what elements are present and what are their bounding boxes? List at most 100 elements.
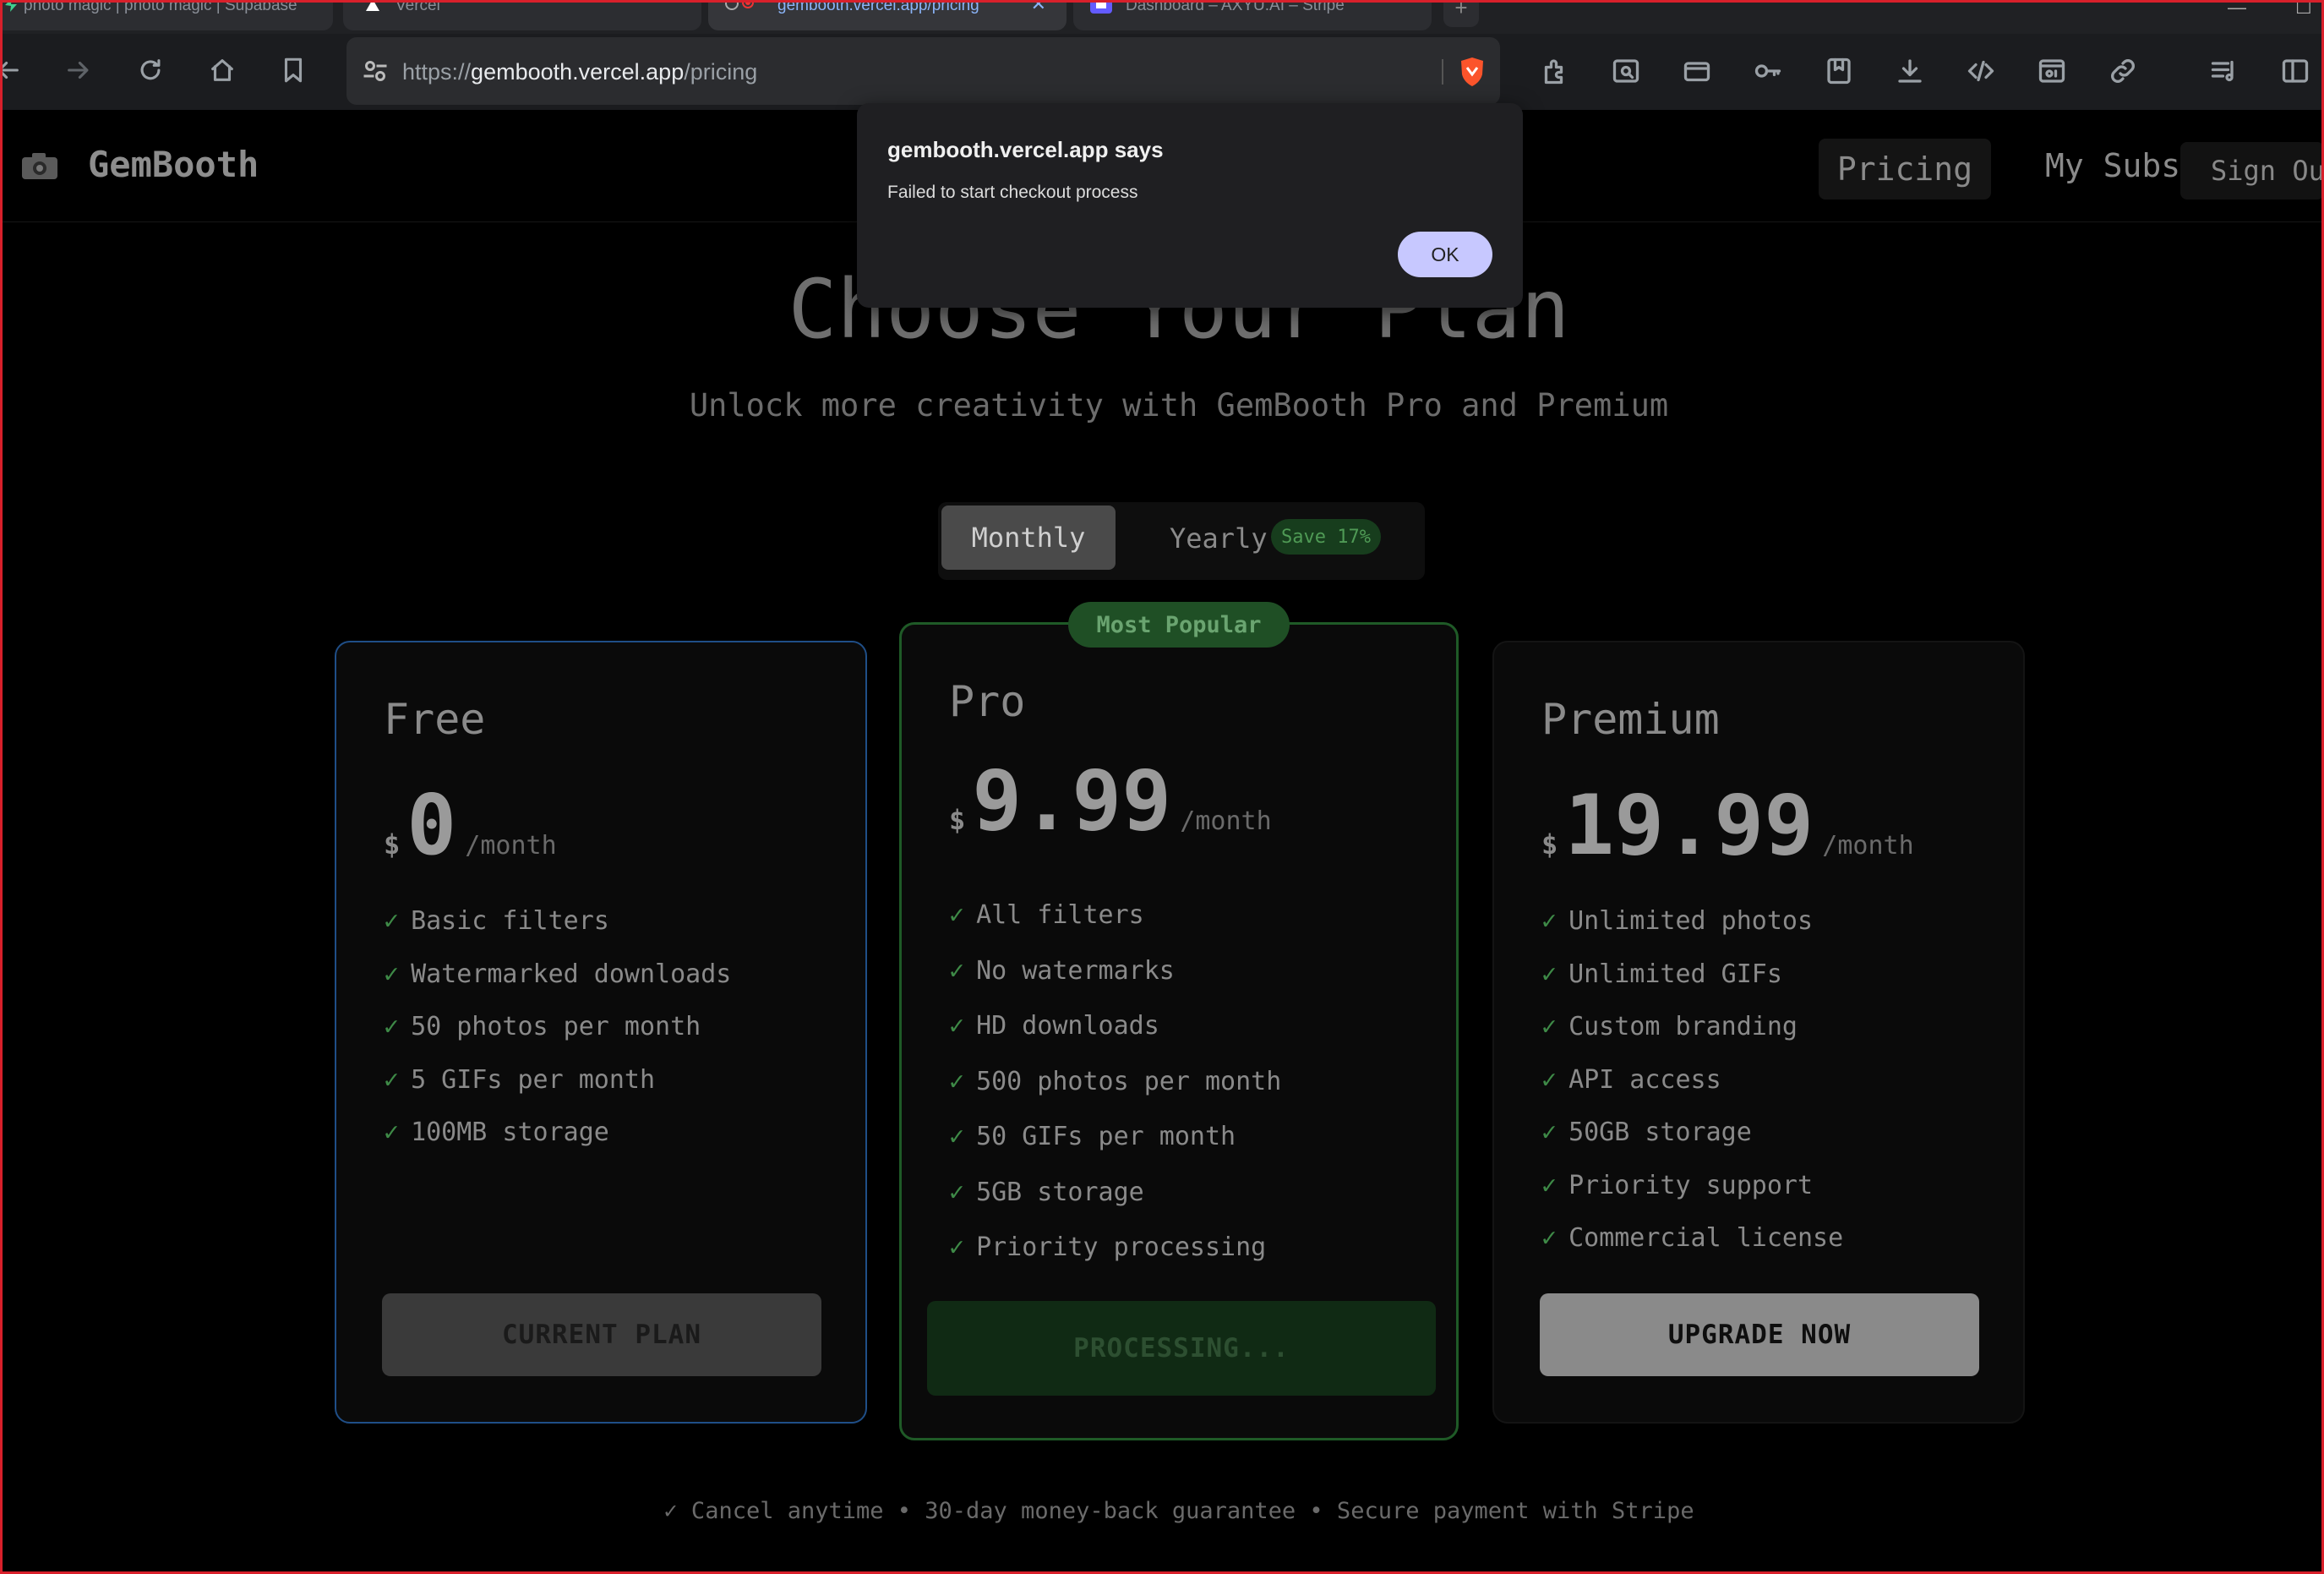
brand-name[interactable]: GemBooth <box>88 144 259 185</box>
minimize-icon[interactable]: — <box>2228 0 2246 19</box>
plan-price: $0/month <box>384 778 557 874</box>
ok-button[interactable]: OK <box>1398 232 1492 277</box>
tab-vercel[interactable]: Vercel <box>343 0 701 30</box>
nav-subscriptions-link[interactable]: My Subscriptions <box>2045 147 2180 184</box>
feature-item: ✓ Unlimited GIFs <box>1541 959 1843 1013</box>
arrow-right-icon <box>68 61 89 79</box>
dialog-message: Failed to start checkout process <box>887 183 1138 202</box>
most-popular-badge: Most Popular <box>1068 602 1290 648</box>
link-icon[interactable] <box>2104 52 2141 90</box>
price-currency: $ <box>949 804 966 836</box>
plan-card-premium: Premium $19.99/month ✓ Unlimited photos ✓… <box>1492 641 2025 1424</box>
feature-text: Unlimited photos <box>1568 906 1814 936</box>
check-icon: ✓ <box>384 906 400 936</box>
tab-supabase[interactable]: photo magic | photo magic | Supabase <box>0 0 333 30</box>
yearly-option[interactable]: Yearly <box>1170 522 1268 555</box>
reload-button[interactable] <box>131 51 170 90</box>
site-settings-icon[interactable] <box>360 56 390 86</box>
check-icon: ✓ <box>384 1012 400 1041</box>
bookmarks-panel-icon[interactable] <box>1820 52 1858 90</box>
stripe-icon <box>1090 0 1112 14</box>
sidebar-toggle-icon[interactable] <box>2277 52 2314 90</box>
playlist-icon[interactable] <box>2206 52 2243 90</box>
check-icon: ✓ <box>1541 1012 1558 1041</box>
price-period: /month <box>1822 831 1914 861</box>
billing-toggle: Monthly Yearly Save 17% <box>938 502 1425 580</box>
feature-item: ✓ Watermarked downloads <box>384 959 731 1013</box>
feature-item: ✓ Priority support <box>1541 1171 1843 1224</box>
feature-item: ✓ 5GB storage <box>949 1178 1281 1233</box>
wallet-icon[interactable] <box>1678 52 1716 90</box>
feature-item: ✓ Custom branding <box>1541 1012 1843 1065</box>
save-badge: Save 17% <box>1271 519 1381 555</box>
guarantee-footnote: ✓ Cancel anytime • 30-day money-back gua… <box>663 1498 1694 1524</box>
omnibox-divider <box>1442 59 1443 85</box>
check-icon: ✓ <box>1541 1223 1558 1253</box>
feature-item: ✓ Priority processing <box>949 1232 1281 1288</box>
nav-pricing-link[interactable]: Pricing <box>1819 139 1991 199</box>
close-tab-icon[interactable]: ✕ <box>1031 0 1046 14</box>
processing-button[interactable]: PROCESSING... <box>927 1301 1436 1396</box>
alert-dialog: gembooth.vercel.app says Failed to start… <box>857 103 1523 308</box>
sign-out-button[interactable]: Sign Out <box>2180 142 2324 199</box>
check-icon: ✓ <box>1541 1064 1558 1095</box>
check-icon: ✓ <box>1541 906 1558 936</box>
price-period: /month <box>465 831 557 861</box>
check-icon: ✓ <box>949 900 965 930</box>
feature-text: No watermarks <box>976 955 1175 986</box>
price-amount: 19.99 <box>1564 778 1814 874</box>
plan-name: Free <box>384 695 486 744</box>
reader-search-icon[interactable] <box>1607 52 1645 90</box>
check-icon: ✓ <box>384 1064 400 1095</box>
feature-item: ✓ All filters <box>949 900 1281 956</box>
maximize-icon[interactable]: ☐ <box>2295 0 2312 19</box>
monthly-option[interactable]: Monthly <box>941 506 1116 570</box>
feature-item: ✓ 100MB storage <box>384 1118 731 1171</box>
price-currency: $ <box>1541 828 1558 861</box>
download-icon[interactable] <box>1891 52 1928 90</box>
tab-strip: photo magic | photo magic | Supabase Ver… <box>0 0 2324 34</box>
forward-button[interactable] <box>59 51 98 90</box>
tab-label: photo magic | photo magic | Supabase <box>24 0 297 14</box>
price-currency: $ <box>384 828 401 861</box>
page-subtitle: Unlock more creativity with GemBooth Pro… <box>689 387 1669 424</box>
check-icon: ✓ <box>949 1232 965 1262</box>
plan-card-free: Free $0/month ✓ Basic filters ✓ Watermarke… <box>335 641 867 1424</box>
check-icon: ✓ <box>949 1177 965 1207</box>
feature-text: 5 GIFs per month <box>411 1064 656 1095</box>
supabase-icon <box>5 0 17 12</box>
feature-list: ✓ All filters ✓ No watermarks ✓ HD download… <box>949 900 1281 1288</box>
feature-text: 50 photos per month <box>411 1012 701 1041</box>
check-icon: ✓ <box>384 1118 400 1147</box>
check-icon: ✓ <box>1541 1170 1558 1200</box>
feature-item: ✓ No watermarks <box>949 956 1281 1012</box>
screenshot-icon[interactable] <box>2033 52 2070 90</box>
feature-item: ✓ 5 GIFs per month <box>384 1065 731 1118</box>
feature-text: Commercial license <box>1568 1223 1844 1253</box>
feature-item: ✓ Unlimited photos <box>1541 906 1843 959</box>
feature-text: HD downloads <box>976 1011 1159 1041</box>
url-text[interactable]: https://gembooth.vercel.app/pricing <box>402 59 757 85</box>
address-bar[interactable]: https://gembooth.vercel.app/pricing <box>346 37 1500 105</box>
feature-text: Watermarked downloads <box>411 959 732 989</box>
brave-shields-icon[interactable] <box>1457 56 1487 88</box>
plan-name: Pro <box>949 677 1026 726</box>
extensions-icon[interactable] <box>1536 52 1574 90</box>
feature-item: ✓ 500 photos per month <box>949 1067 1281 1123</box>
home-button[interactable] <box>203 51 242 90</box>
back-button[interactable] <box>0 51 27 90</box>
feature-text: Basic filters <box>411 906 609 936</box>
plan-price: $9.99/month <box>949 753 1272 850</box>
new-tab-button[interactable]: + <box>1443 0 1479 27</box>
key-icon[interactable] <box>1749 52 1787 90</box>
feature-text: 500 photos per month <box>976 1066 1282 1096</box>
tab-stripe[interactable]: Dashboard – AXYU.AI – Stripe <box>1073 0 1432 30</box>
code-icon[interactable] <box>1962 52 1999 90</box>
price-amount: 0 <box>406 778 457 874</box>
current-plan-button[interactable]: CURRENT PLAN <box>382 1293 821 1376</box>
bookmark-button[interactable] <box>274 51 313 90</box>
tab-gembooth[interactable]: gembooth.vercel.app/pricing ✕ <box>708 0 1067 30</box>
check-icon: ✓ <box>384 959 400 989</box>
upgrade-now-button[interactable]: UPGRADE NOW <box>1540 1293 1979 1376</box>
url-host: gembooth.vercel.app <box>471 59 685 85</box>
